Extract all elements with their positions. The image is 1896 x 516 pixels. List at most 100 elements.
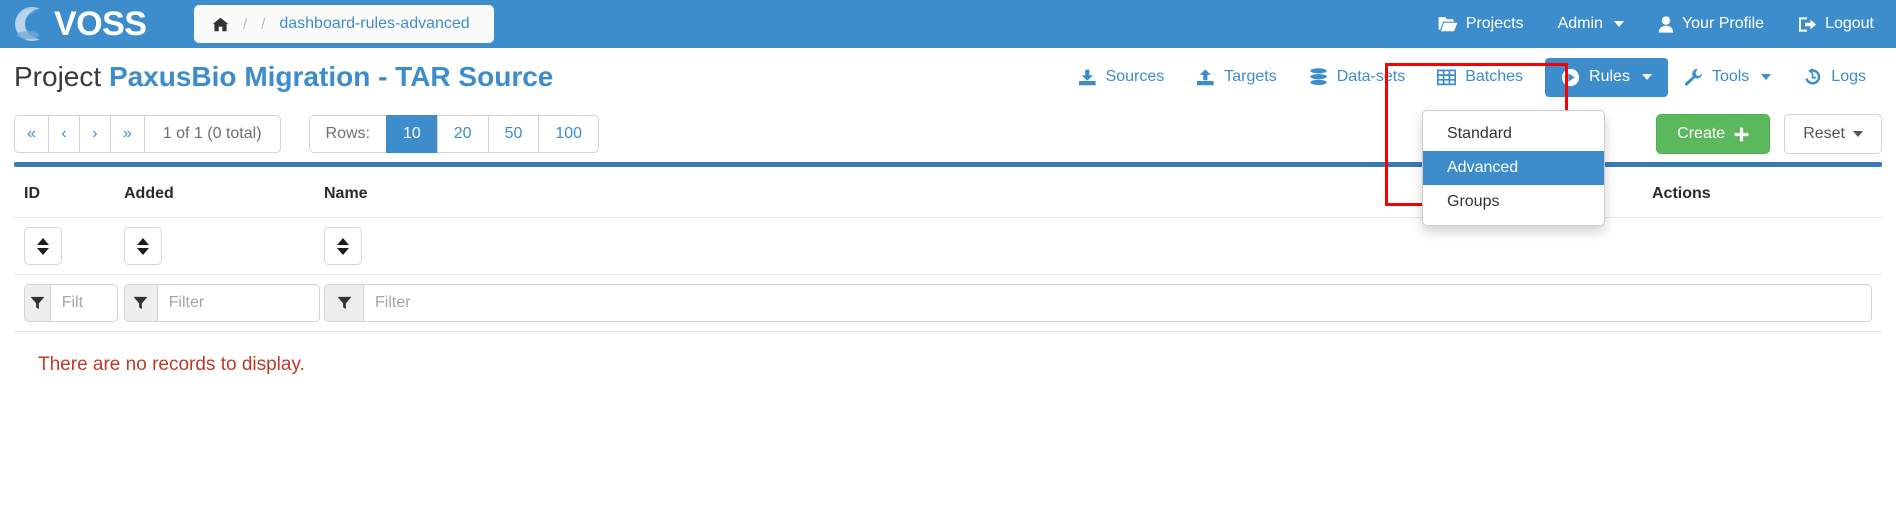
tab-rules[interactable]: Rules — [1545, 57, 1668, 97]
filter-input-name[interactable] — [363, 284, 1872, 322]
tab-data-sets[interactable]: Data-sets — [1293, 58, 1421, 96]
brand-text: VOSS — [54, 5, 147, 43]
tab-tools-label: Tools — [1711, 68, 1750, 85]
tab-data-sets-label: Data-sets — [1336, 68, 1406, 85]
tab-logs-label: Logs — [1831, 68, 1866, 85]
logout-icon — [1798, 16, 1817, 33]
breadcrumb-current[interactable]: dashboard-rules-advanced — [279, 15, 469, 33]
triangle-down — [337, 247, 349, 255]
nav-admin-label: Admin — [1557, 15, 1603, 32]
chevron-down-icon — [1853, 131, 1863, 137]
triangle-down — [37, 247, 49, 255]
pagination-status: 1 of 1 (0 total) — [143, 115, 281, 153]
upload-icon — [1196, 69, 1215, 86]
page-title: Project PaxusBio Migration - TAR Source — [14, 61, 553, 93]
filter-cell-id — [14, 274, 118, 332]
rows-option-20[interactable]: 20 — [436, 115, 489, 153]
home-icon[interactable] — [212, 17, 229, 32]
chevron-down-icon — [1641, 74, 1652, 80]
filter-cell-added — [114, 274, 320, 332]
breadcrumb-separator-1: / — [243, 15, 248, 33]
dropdown-item-advanced[interactable]: Advanced — [1423, 151, 1604, 185]
nav-projects[interactable]: Projects — [1438, 15, 1524, 33]
rows-option-100[interactable]: 100 — [538, 115, 600, 153]
sort-updown-icon-added[interactable] — [124, 227, 162, 265]
sort-cell-role — [1442, 217, 1642, 275]
create-button-label: Create — [1677, 125, 1726, 142]
tab-logs[interactable]: Logs — [1787, 58, 1882, 96]
pagination-group: « ‹ › » 1 of 1 (0 total) — [14, 115, 281, 153]
table-toolbar: « ‹ › » 1 of 1 (0 total) Rows: 10 20 50 … — [0, 106, 1896, 162]
rules-dropdown-menu: Standard Advanced Groups — [1422, 110, 1605, 226]
page-title-prefix: Project — [14, 61, 109, 92]
column-header-name[interactable]: Name — [314, 169, 1442, 218]
sort-cell-added — [114, 217, 314, 275]
table-body — [14, 217, 1882, 332]
play-circle-icon — [1561, 68, 1580, 87]
tab-tools[interactable]: Tools — [1668, 58, 1787, 96]
top-navbar: VOSS / / dashboard-rules-advanced Projec… — [0, 0, 1896, 48]
nav-logout[interactable]: Logout — [1798, 15, 1874, 33]
pagination-next-button[interactable]: › — [78, 115, 111, 153]
rows-option-10[interactable]: 10 — [385, 115, 438, 153]
folder-open-icon — [1438, 16, 1458, 32]
pagination-first-button[interactable]: « — [14, 115, 49, 153]
tab-batches[interactable]: Batches — [1421, 58, 1539, 96]
nav-your-profile-label: Your Profile — [1681, 15, 1765, 32]
filter-input-added[interactable] — [156, 284, 320, 322]
dropdown-item-standard[interactable]: Standard — [1423, 117, 1604, 151]
tab-sources-label: Sources — [1105, 68, 1165, 85]
table-icon — [1437, 69, 1457, 86]
dropdown-item-groups[interactable]: Groups — [1423, 185, 1604, 219]
records-table-container: ID Added Name Role Actions — [0, 162, 1896, 376]
tab-targets-label: Targets — [1224, 68, 1277, 85]
sort-updown-icon-name[interactable] — [324, 227, 362, 265]
navbar-right-menu: Projects Admin Your Profile Logout — [1438, 15, 1896, 33]
nav-admin[interactable]: Admin — [1558, 15, 1624, 33]
sort-cell-actions — [1642, 217, 1882, 275]
download-icon — [1078, 69, 1097, 86]
nav-your-profile[interactable]: Your Profile — [1658, 15, 1764, 33]
user-icon — [1658, 15, 1674, 33]
filter-group-name — [324, 284, 1872, 322]
rows-label: Rows: — [308, 115, 387, 153]
tab-targets[interactable]: Targets — [1180, 58, 1292, 96]
toolbar-right-actions: Create Reset — [1656, 114, 1882, 154]
project-header: Project PaxusBio Migration - TAR Source … — [0, 48, 1896, 106]
filter-icon[interactable] — [24, 284, 50, 322]
nav-logout-label: Logout — [1825, 15, 1874, 32]
tab-sources[interactable]: Sources — [1062, 58, 1181, 96]
filter-group-added — [124, 284, 320, 322]
brand[interactable]: VOSS — [0, 3, 190, 45]
filter-group-id — [24, 284, 118, 322]
column-header-added[interactable]: Added — [114, 169, 314, 218]
filter-icon[interactable] — [124, 284, 157, 322]
tab-batches-label: Batches — [1465, 68, 1524, 85]
reset-button[interactable]: Reset — [1784, 114, 1882, 154]
column-header-actions[interactable]: Actions — [1642, 169, 1882, 218]
chevron-down-icon — [1613, 21, 1624, 27]
triangle-up — [37, 237, 49, 245]
voss-crescent-logo-icon — [10, 3, 52, 45]
filter-icon[interactable] — [324, 284, 363, 322]
reset-button-label: Reset — [1803, 125, 1845, 142]
tab-rules-label: Rules — [1589, 68, 1630, 85]
history-icon — [1803, 68, 1822, 86]
triangle-up — [337, 237, 349, 245]
plus-icon — [1734, 127, 1749, 142]
sort-updown-icon-id[interactable] — [24, 227, 62, 265]
filter-cell-name — [314, 274, 1882, 332]
pagination-prev-button[interactable]: ‹ — [47, 115, 80, 153]
wrench-icon — [1684, 68, 1703, 86]
pagination-last-button[interactable]: » — [109, 115, 145, 153]
create-button[interactable]: Create — [1656, 114, 1771, 154]
database-icon — [1309, 68, 1328, 86]
filter-controls-row — [14, 274, 1882, 332]
sort-controls-row — [14, 217, 1882, 275]
nav-projects-label: Projects — [1465, 15, 1524, 32]
column-header-id[interactable]: ID — [14, 169, 114, 218]
triangle-down — [137, 247, 149, 255]
page-title-name: PaxusBio Migration - TAR Source — [108, 61, 554, 92]
rows-option-50[interactable]: 50 — [487, 115, 540, 153]
filter-input-id[interactable] — [49, 284, 118, 322]
